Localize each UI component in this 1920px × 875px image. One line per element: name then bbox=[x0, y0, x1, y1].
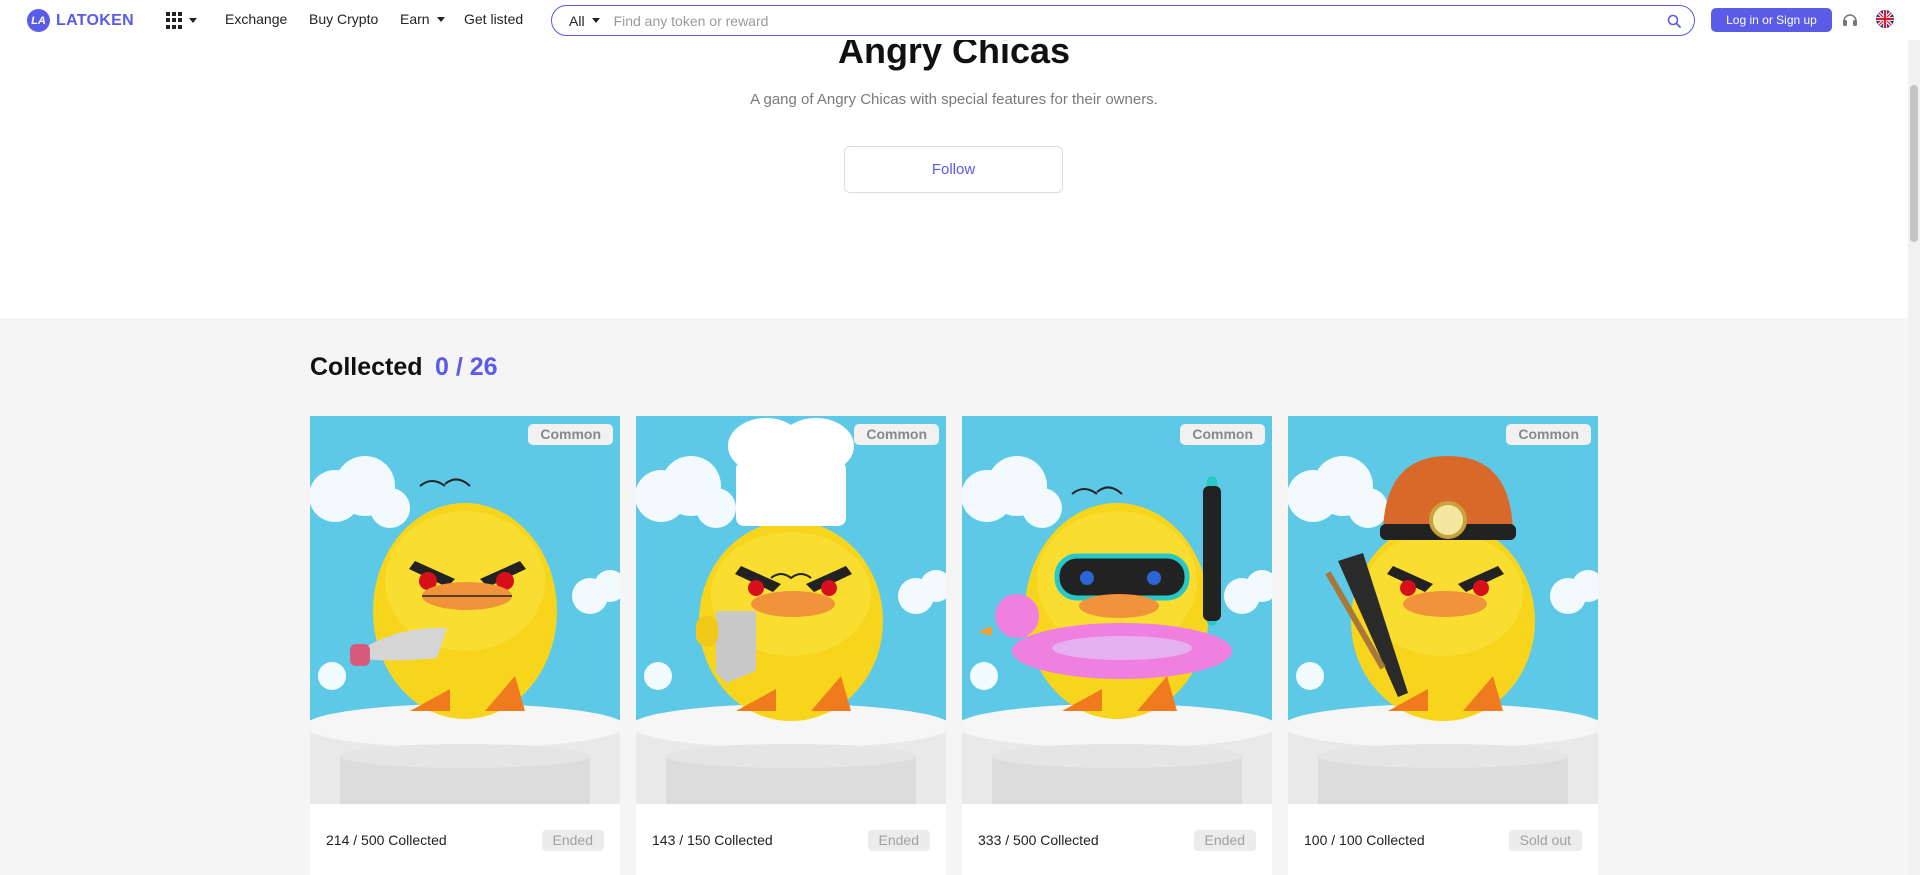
chevron-down-icon bbox=[436, 16, 445, 22]
nft-card[interactable]: Common 100 / 100 Collected Sold out bbox=[1288, 416, 1598, 875]
collected-amount: 333 / 500 Collected bbox=[978, 832, 1099, 848]
chevron-down-icon bbox=[189, 18, 197, 23]
nft-card[interactable]: Common 333 / 500 Collected Ended bbox=[962, 416, 1272, 875]
collection-section bbox=[0, 318, 1908, 875]
follow-button[interactable]: Follow bbox=[844, 146, 1063, 193]
search-scope-select[interactable]: All bbox=[552, 13, 614, 29]
login-signup-button[interactable]: Log in or Sign up bbox=[1711, 8, 1832, 32]
collected-amount: 100 / 100 Collected bbox=[1304, 832, 1425, 848]
page-subtitle: A gang of Angry Chicas with special feat… bbox=[750, 91, 1158, 108]
logo-badge-icon: LA bbox=[27, 9, 50, 32]
nft-image: Common bbox=[1288, 416, 1598, 804]
latoken-logo[interactable]: LA LATOKEN bbox=[27, 9, 134, 32]
nav-buy-crypto[interactable]: Buy Crypto bbox=[309, 11, 378, 27]
rarity-badge: Common bbox=[1506, 424, 1591, 445]
collected-amount: 143 / 150 Collected bbox=[652, 832, 773, 848]
status-badge: Ended bbox=[867, 830, 930, 851]
uk-flag-icon[interactable] bbox=[1876, 10, 1894, 28]
nft-image: Common bbox=[962, 416, 1272, 804]
nav-earn[interactable]: Earn bbox=[400, 11, 445, 27]
rarity-badge: Common bbox=[528, 424, 613, 445]
nft-image: Common bbox=[636, 416, 946, 804]
scrollbar-thumb[interactable] bbox=[1910, 85, 1918, 242]
status-badge: Ended bbox=[1193, 830, 1256, 851]
grid-icon bbox=[166, 12, 183, 29]
nav-exchange[interactable]: Exchange bbox=[225, 11, 287, 27]
collected-count: 0 / 26 bbox=[435, 353, 498, 381]
top-navbar: LA LATOKEN Exchange Buy Crypto Earn Get … bbox=[0, 0, 1920, 40]
rarity-badge: Common bbox=[854, 424, 939, 445]
collected-heading: Collected bbox=[310, 353, 423, 381]
nav-get-listed[interactable]: Get listed bbox=[464, 11, 523, 27]
status-badge: Ended bbox=[541, 830, 604, 851]
chevron-down-icon bbox=[591, 18, 600, 23]
search-icon[interactable] bbox=[1659, 6, 1689, 35]
rarity-badge: Common bbox=[1180, 424, 1265, 445]
nft-card[interactable]: Common 143 / 150 Collected Ended bbox=[636, 416, 946, 875]
support-icon[interactable] bbox=[1841, 11, 1859, 29]
nft-image: Common bbox=[310, 416, 620, 804]
collected-amount: 214 / 500 Collected bbox=[326, 832, 447, 848]
logo-text: LATOKEN bbox=[56, 11, 134, 29]
apps-menu-button[interactable] bbox=[166, 12, 197, 29]
status-badge: Sold out bbox=[1508, 830, 1582, 851]
page-scrollbar[interactable] bbox=[1908, 0, 1920, 875]
nft-card[interactable]: Common 214 / 500 Collected Ended bbox=[310, 416, 620, 875]
search-bar: All bbox=[551, 5, 1695, 36]
search-input[interactable] bbox=[613, 6, 1659, 35]
